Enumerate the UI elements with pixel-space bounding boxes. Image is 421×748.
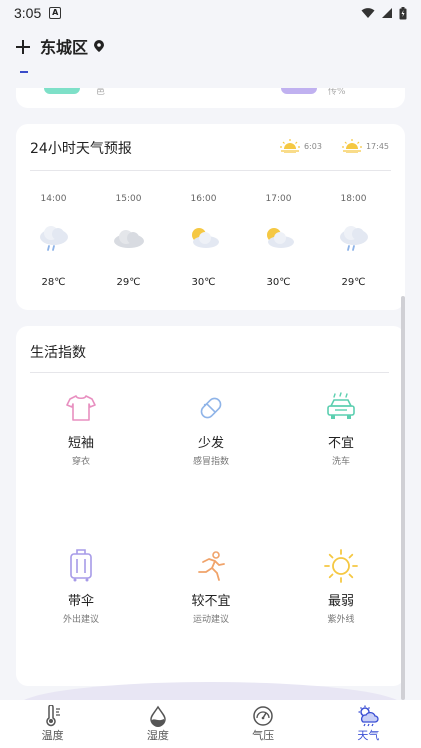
life-value: 带伞 <box>67 594 94 609</box>
hour-temp: 29℃ <box>341 277 366 288</box>
add-city-button[interactable] <box>16 34 30 58</box>
nav-tab-weather[interactable]: 天气 <box>316 700 421 748</box>
hour-temp: 29℃ <box>116 277 141 288</box>
life-item-uv[interactable]: 最弱 紫外线 <box>276 548 406 625</box>
cloud-rain-icon <box>339 226 368 251</box>
life-value: 较不宜 <box>191 594 231 609</box>
status-time: 3:05 <box>14 5 42 21</box>
hour-temp: 30℃ <box>266 277 291 288</box>
humidity-icon <box>150 705 166 727</box>
sun-times: 6:03 17:45 <box>279 139 389 153</box>
life-item-carwash[interactable]: 不宜 洗车 <box>276 390 406 467</box>
hour-item: 17:00 30℃ <box>241 194 316 294</box>
life-item-outing[interactable]: 带伞 外出建议 <box>16 548 146 625</box>
life-label: 紫外线 <box>327 615 355 625</box>
nav-tab-temperature[interactable]: 温度 <box>0 700 105 748</box>
hour-time: 14:00 <box>40 194 67 204</box>
nav-tab-humidity[interactable]: 湿度 <box>105 700 210 748</box>
life-value: 最弱 <box>327 594 354 609</box>
life-label: 外出建议 <box>62 615 99 625</box>
weather-icon <box>358 705 379 727</box>
status-bar: 3:05 A <box>0 0 421 26</box>
air-quality-card: 邑 传% <box>16 88 405 108</box>
thermometer-icon <box>45 705 60 727</box>
status-icons <box>361 6 407 20</box>
hour-temp: 30℃ <box>191 277 216 288</box>
luggage-icon <box>70 549 92 582</box>
hour-time: 17:00 <box>265 194 292 204</box>
top-card-left-text: 邑 <box>96 88 106 97</box>
nav-label: 天气 <box>357 729 380 742</box>
life-value: 少发 <box>197 436 224 451</box>
page-indicator <box>20 71 28 73</box>
sunset-icon <box>341 139 362 153</box>
scrollbar[interactable] <box>401 296 405 700</box>
life-item-clothing[interactable]: 短袖 穿衣 <box>16 390 146 467</box>
tshirt-icon <box>66 395 96 421</box>
partly-cloudy-icon <box>266 228 294 248</box>
life-label: 运动建议 <box>192 615 229 625</box>
location-pin-icon <box>94 40 105 52</box>
life-index-card: 生活指数 短袖 穿衣 少发 感冒指数 不宜 洗车 带伞 外出建议 较不宜 运动建… <box>16 326 405 686</box>
app-header: 东城区 <box>0 30 421 62</box>
hour-time: 18:00 <box>340 194 367 204</box>
battery-icon <box>399 6 407 19</box>
sunset-time: 17:45 <box>365 141 389 151</box>
top-card-right-text: 传% <box>328 88 346 97</box>
hourly-forecast-card: 24小时天气预报 6:03 17:45 14:00 28℃ 15:00 29℃ … <box>16 124 405 310</box>
hour-item: 16:00 30℃ <box>166 194 241 294</box>
hour-item: 15:00 29℃ <box>91 194 166 294</box>
cloud-icon <box>113 230 144 248</box>
nav-label: 湿度 <box>146 729 169 742</box>
life-label: 洗车 <box>331 457 350 467</box>
life-value: 短袖 <box>67 436 94 451</box>
plus-icon <box>16 40 30 54</box>
life-label: 穿衣 <box>71 457 90 467</box>
city-name[interactable]: 东城区 <box>40 34 88 58</box>
nav-label: 温度 <box>41 729 64 742</box>
life-label: 感冒指数 <box>192 457 229 467</box>
hour-item: 14:00 28℃ <box>16 194 91 294</box>
forecast-title: 24小时天气预报 <box>30 141 132 157</box>
life-item-sport[interactable]: 较不宜 运动建议 <box>146 548 276 625</box>
hour-time: 15:00 <box>115 194 142 204</box>
teal-pill <box>44 88 80 94</box>
life-title: 生活指数 <box>30 345 86 361</box>
hour-time: 16:00 <box>190 194 217 204</box>
forecast-divider <box>30 170 391 171</box>
signal-icon <box>382 8 392 18</box>
nav-label: 气压 <box>252 729 275 742</box>
hour-item: 18:00 29℃ <box>316 194 391 294</box>
partly-cloudy-icon <box>191 228 219 248</box>
car-wash-icon <box>327 392 355 419</box>
hour-temp: 28℃ <box>41 277 66 288</box>
wifi-icon <box>361 8 375 18</box>
bottom-nav: 温度 湿度 气压 天气 <box>0 700 421 748</box>
purple-pill <box>281 88 317 94</box>
running-icon <box>198 551 225 581</box>
pill-icon <box>200 397 222 419</box>
gauge-icon <box>253 706 273 726</box>
life-item-cold[interactable]: 少发 感冒指数 <box>146 390 276 467</box>
cloud-rain-icon <box>39 226 68 251</box>
life-divider <box>30 372 389 373</box>
life-value: 不宜 <box>327 436 354 451</box>
nav-tab-pressure[interactable]: 气压 <box>211 700 316 748</box>
sun-icon <box>324 549 358 583</box>
sunrise-time: 6:03 <box>303 141 322 151</box>
hourly-list[interactable]: 14:00 28℃ 15:00 29℃ 16:00 30℃ 17:00 30℃ … <box>16 194 405 294</box>
sunrise-icon <box>279 139 300 153</box>
app-notification-icon: A <box>49 7 62 19</box>
